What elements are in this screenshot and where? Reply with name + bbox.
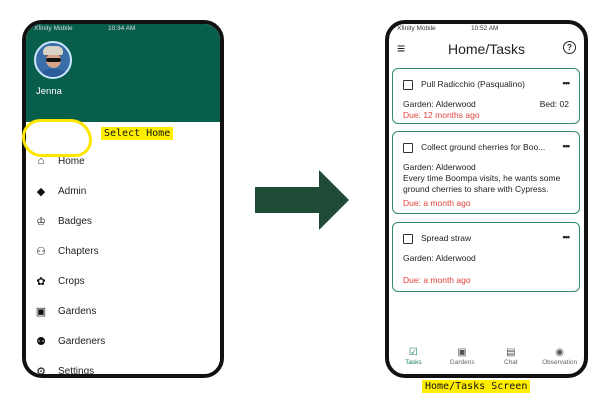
page-title: Home/Tasks: [447, 41, 526, 57]
task-card[interactable]: Pull Radicchio (Pasqualino) ••• Garden: …: [392, 68, 580, 124]
more-options-icon[interactable]: •••: [563, 232, 571, 242]
more-options-icon[interactable]: •••: [563, 141, 571, 151]
menu-item-gardens[interactable]: ▣ Gardens: [34, 302, 97, 320]
chat-icon: ▤: [506, 347, 516, 358]
avatar[interactable]: [34, 41, 72, 79]
menu-item-label: Admin: [58, 185, 87, 197]
status-bar: Xfinity Mobile 10:52 AM: [389, 24, 584, 34]
menu-item-label: Chapters: [58, 245, 99, 257]
tasks-screen-annotation: Home/Tasks Screen: [422, 380, 531, 393]
menu-item-label: Gardens: [58, 305, 97, 317]
nav-label: Chat: [504, 359, 518, 366]
nav-chat[interactable]: ▤ Chat: [487, 342, 535, 366]
select-home-annotation: Select Home: [101, 127, 174, 140]
help-icon[interactable]: ?: [563, 41, 576, 54]
task-description: Every time Boompa visits, he wants some …: [403, 173, 561, 194]
menu-item-label: Crops: [58, 275, 85, 287]
groups-icon: ⚇: [36, 245, 46, 258]
menu-item-gardeners[interactable]: ⚉ Gardeners: [34, 332, 105, 350]
task-title: Pull Radicchio (Pasqualino): [421, 79, 525, 89]
status-bar: Xfinity Mobile 10:34 AM: [26, 24, 220, 34]
task-due: Due: 12 months ago: [403, 110, 480, 120]
task-due: Due: a month ago: [403, 198, 471, 208]
task-garden: Garden: Alderwood: [403, 99, 476, 109]
hamburger-menu-icon[interactable]: ≡: [397, 40, 405, 56]
carrier-label: Xfinity Mobile: [34, 25, 73, 32]
status-time: 10:52 AM: [471, 25, 499, 32]
carrier-label: Xfinity Mobile: [397, 25, 436, 32]
admin-shield-icon: ◆: [36, 185, 46, 198]
app-bar: ≡ Home/Tasks ?: [389, 34, 584, 64]
more-options-icon[interactable]: •••: [563, 78, 571, 88]
menu-item-label: Settings: [58, 365, 95, 377]
task-garden: Garden: Alderwood: [403, 162, 476, 172]
menu-item-admin[interactable]: ◆ Admin: [34, 182, 87, 200]
drawer-menu: ⌂ Home ◆ Admin ♔ Badges ⚇ Chapters ✿ Cro…: [26, 122, 220, 374]
menu-item-chapters[interactable]: ⚇ Chapters: [34, 242, 99, 260]
transition-arrow: [255, 170, 349, 230]
nav-label: Tasks: [405, 359, 422, 366]
menu-item-crops[interactable]: ✿ Crops: [34, 272, 85, 290]
task-card[interactable]: Collect ground cherries for Boo... ••• G…: [392, 131, 580, 214]
menu-item-label: Gardeners: [58, 335, 106, 347]
drawer-header: Xfinity Mobile 10:34 AM Jenna: [26, 24, 220, 122]
tasks-phone-screen: Xfinity Mobile 10:52 AM ≡ Home/Tasks ? P…: [385, 20, 588, 378]
drawer-scrim[interactable]: [220, 24, 224, 378]
drawer-phone-screen: Xfinity Mobile 10:34 AM Jenna ⌂ Home ◆ A…: [22, 20, 224, 378]
menu-item-label: Home: [58, 155, 85, 167]
gear-icon: ⚙: [36, 365, 46, 378]
task-title: Collect ground cherries for Boo...: [421, 142, 546, 152]
nav-label: Observation: [542, 359, 578, 366]
status-time: 10:34 AM: [108, 25, 136, 32]
user-name: Jenna: [36, 86, 62, 97]
checklist-icon: ☑: [408, 347, 418, 358]
task-due: Due: a month ago: [403, 275, 471, 285]
camera-icon: ◉: [555, 347, 564, 358]
nav-label: Gardens: [449, 359, 475, 366]
nav-gardens[interactable]: ▣ Gardens: [438, 342, 486, 366]
bottom-navigation: ☑ Tasks ▣ Gardens ▤ Chat ◉ Observation: [389, 342, 584, 374]
nav-observation[interactable]: ◉ Observation: [536, 342, 584, 366]
task-checkbox[interactable]: [403, 80, 413, 90]
menu-item-badges[interactable]: ♔ Badges: [34, 212, 92, 230]
task-card[interactable]: Spread straw ••• Garden: Alderwood Due: …: [392, 222, 580, 292]
nav-tasks[interactable]: ☑ Tasks: [389, 342, 437, 366]
home-highlight-cloud: [22, 119, 92, 157]
menu-item-settings[interactable]: ⚙ Settings: [34, 362, 95, 378]
trophy-icon: ♔: [36, 215, 46, 228]
task-checkbox[interactable]: [403, 234, 413, 244]
task-bed: Bed: 02: [539, 99, 569, 109]
task-garden: Garden: Alderwood: [403, 253, 476, 263]
sprout-icon: ✿: [36, 275, 46, 288]
task-checkbox[interactable]: [403, 143, 413, 153]
garden-badge-icon: ▣: [457, 347, 467, 358]
people-icon: ⚉: [36, 335, 46, 348]
task-title: Spread straw: [421, 233, 472, 243]
garden-badge-icon: ▣: [35, 305, 47, 318]
menu-item-label: Badges: [58, 215, 92, 227]
